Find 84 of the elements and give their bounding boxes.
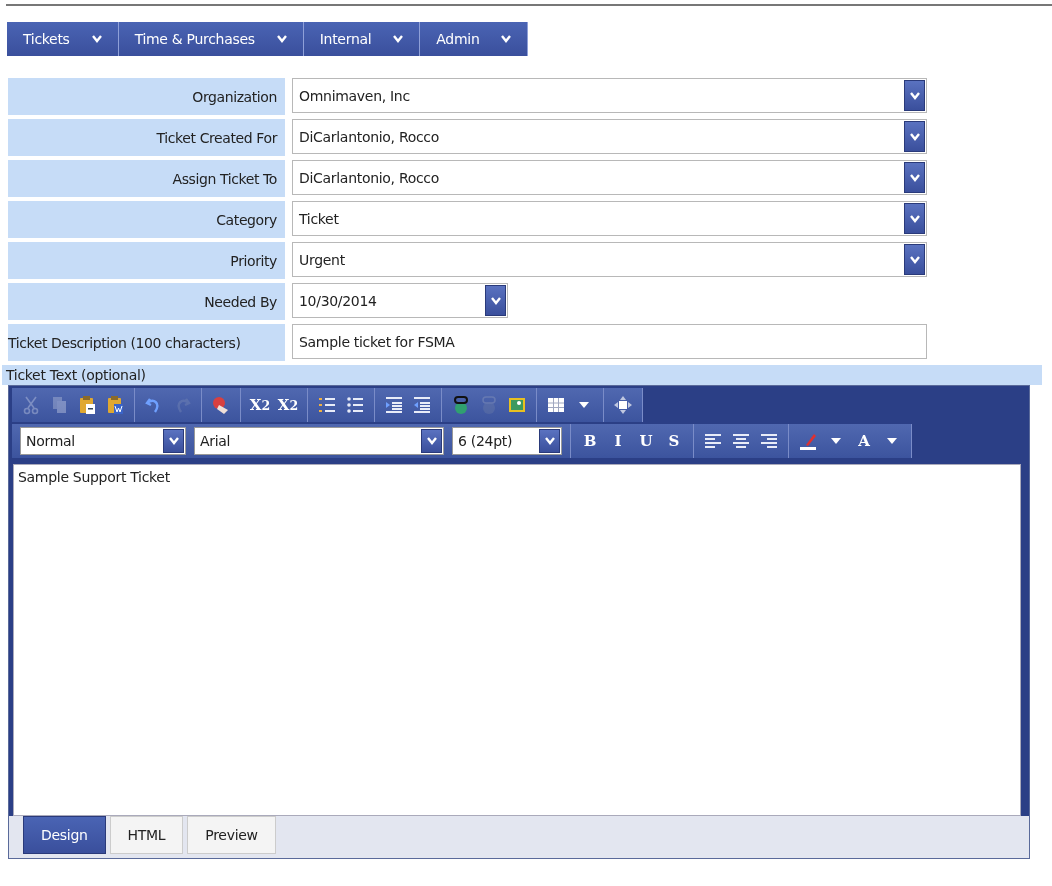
chevron-down-icon (91, 35, 102, 43)
dropdown-button[interactable] (904, 80, 925, 111)
editor-text: Sample Support Ticket (18, 469, 170, 485)
format-button[interactable]: S (661, 426, 687, 456)
field-label: Ticket Created For (8, 119, 285, 156)
caret-icon (831, 438, 841, 444)
dropdown-button[interactable] (904, 244, 925, 275)
image-icon (507, 395, 527, 415)
chevron-down-icon (544, 437, 555, 445)
field-label: Assign Ticket To (8, 160, 285, 197)
clipboard-icon (77, 395, 97, 415)
dropdown-field[interactable]: DiCarlantonio, Rocco (292, 160, 927, 195)
editor-mode-tab[interactable]: Preview (187, 816, 276, 854)
field-label: Needed By (8, 283, 285, 320)
field-value: 10/30/2014 (299, 292, 377, 309)
align-left-icon (703, 431, 723, 451)
caret-icon (887, 438, 897, 444)
dropdown-field[interactable]: Urgent (292, 242, 927, 277)
chevron-down-icon (909, 255, 920, 264)
field-label: Organization (8, 78, 285, 115)
chevron-down-icon (909, 173, 920, 182)
dropdown-button[interactable] (539, 429, 560, 453)
field-value: Ticket (299, 210, 339, 227)
dropdown-button[interactable] (904, 162, 925, 193)
field-value: Urgent (299, 251, 345, 268)
align-center-icon (731, 431, 751, 451)
editor-mode-tab[interactable]: HTML (109, 816, 184, 854)
chevron-down-icon (909, 214, 920, 223)
dropdown-button[interactable] (904, 203, 925, 234)
format-button[interactable]: U (633, 426, 659, 456)
link-globe-icon (451, 395, 471, 415)
editor-dropdown[interactable]: 6 (24pt) (452, 427, 562, 455)
move-arrows-icon (613, 395, 633, 415)
dropdown-button[interactable] (163, 429, 184, 453)
field-value: Omnimaven, Inc (299, 87, 410, 104)
chevron-down-icon (501, 35, 512, 43)
unlink-icon (479, 395, 499, 415)
field-value: DiCarlantonio, Rocco (299, 128, 440, 145)
editor-mode-tab[interactable]: Design (23, 816, 106, 854)
field-value: Sample ticket for FSMA (299, 333, 455, 350)
chevron-down-icon (426, 437, 437, 445)
editor-content-area[interactable]: Sample Support Ticket (13, 464, 1021, 816)
field-value: DiCarlantonio, Rocco (299, 169, 440, 186)
chevron-down-icon (490, 296, 501, 305)
highlighter-icon (798, 431, 818, 451)
field-label: Category (8, 201, 285, 238)
dropdown-field[interactable]: 10/30/2014 (292, 283, 508, 318)
format-button[interactable]: I (605, 426, 631, 456)
bullet-list-icon (345, 395, 365, 415)
table-icon (546, 395, 566, 415)
numbered-list-icon (317, 395, 337, 415)
chevron-down-icon (909, 91, 920, 100)
format-button[interactable]: B (577, 426, 603, 456)
dropdown-button[interactable] (904, 121, 925, 152)
menu-tab[interactable]: Tickets (7, 22, 119, 56)
format-button[interactable]: A (851, 426, 877, 456)
editor-dropdown[interactable]: Arial (194, 427, 444, 455)
dropdown-button[interactable] (485, 285, 506, 316)
scissors-icon (21, 395, 41, 415)
chevron-down-icon (276, 35, 287, 43)
dropdown-field[interactable]: Ticket (292, 201, 927, 236)
editor-dropdown[interactable]: Normal (20, 427, 186, 455)
indent-icon (384, 395, 404, 415)
section-title: Ticket Text (optional) (6, 367, 146, 383)
dropdown-value: 6 (24pt) (458, 433, 513, 449)
spellcheck-icon (211, 395, 231, 415)
caret-icon (579, 402, 589, 408)
chevron-down-icon (909, 132, 920, 141)
clipboard-icon (105, 395, 125, 415)
outdent-icon (412, 395, 432, 415)
text-field[interactable]: Sample ticket for FSMA (292, 324, 927, 359)
menu-tab[interactable]: Admin (420, 22, 529, 56)
menu-tab[interactable]: Time & Purchases (118, 22, 304, 56)
field-label: Priority (8, 242, 285, 279)
field-label: Ticket Description (100 characters) (8, 324, 285, 361)
chevron-down-icon (168, 437, 179, 445)
menu-tab[interactable]: Internal (303, 22, 421, 56)
dropdown-value: Arial (200, 433, 231, 449)
dropdown-field[interactable]: DiCarlantonio, Rocco (292, 119, 927, 154)
align-right-icon (759, 431, 779, 451)
dropdown-field[interactable]: Omnimaven, Inc (292, 78, 927, 113)
chevron-down-icon (393, 35, 404, 43)
dropdown-button[interactable] (421, 429, 442, 453)
dropdown-value: Normal (26, 433, 75, 449)
